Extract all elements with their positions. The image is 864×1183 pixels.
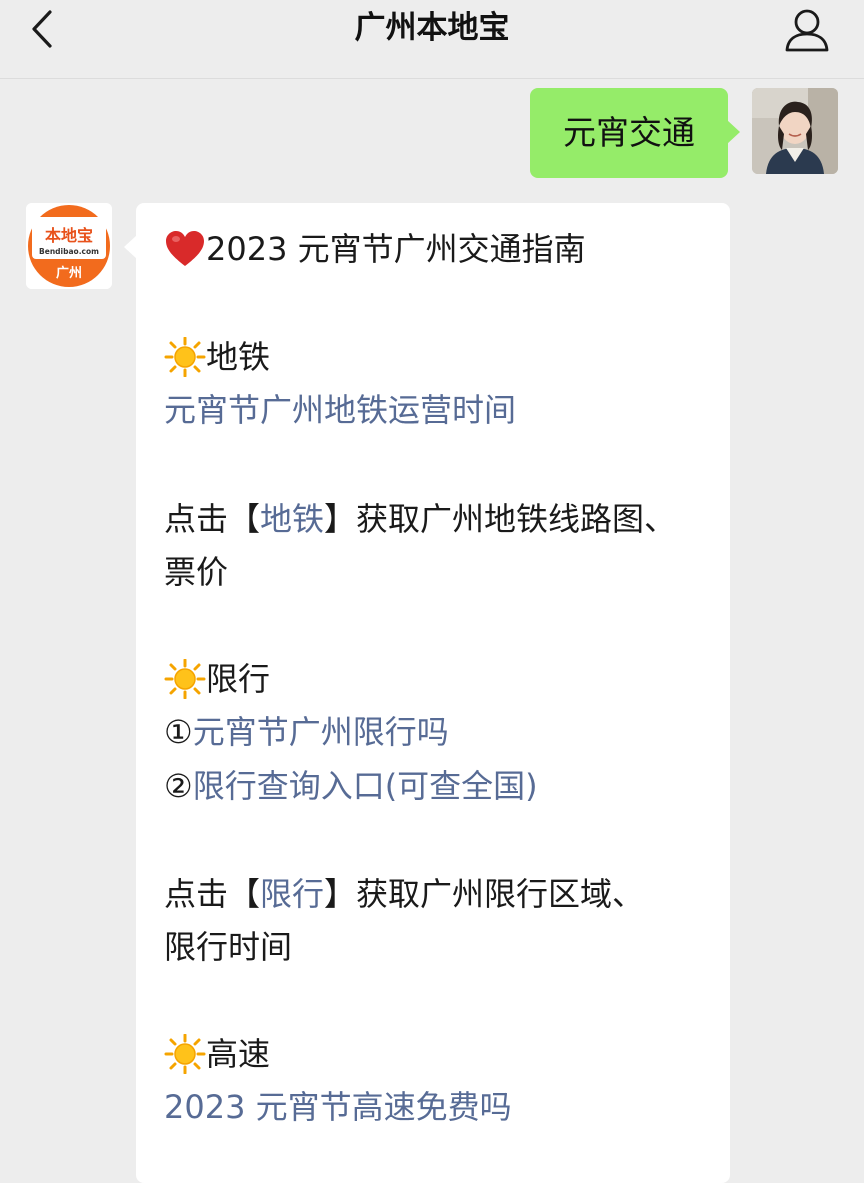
tip-prefix: 点击【 [164,500,261,538]
restriction-query-link[interactable]: 限行查询入口(可查全国) [193,767,538,805]
tip-suffix: 】获取广州限行区域、 [324,875,645,913]
tip-prefix: 点击【 [164,875,261,913]
subway-heading: 地铁 [206,338,271,376]
highway-heading-line: 高速 [164,1034,270,1074]
subway-hours-link[interactable]: 元宵节广州地铁运营时间 [164,390,516,430]
message-title-line: 2023 元宵节广州交通指南 [164,229,586,269]
highway-heading: 高速 [206,1035,271,1073]
restriction-item-1: ①元宵节广州限行吗 [164,712,449,752]
message-title: 2023 元宵节广州交通指南 [206,230,586,268]
restriction-festival-link[interactable]: 元宵节广州限行吗 [193,713,449,751]
red-heart-icon [164,229,206,269]
restriction-heading: 限行 [206,660,271,698]
sun-icon [164,1034,206,1074]
logo-domain: Bendibao.com [39,247,99,256]
page-title: 广州本地宝 [354,10,510,46]
restriction-tip-line: 点击【限行】获取广州限行区域、 [164,874,644,914]
highway-free-link[interactable]: 2023 元宵节高速免费吗 [164,1087,512,1127]
subway-tip-line: 点击【地铁】获取广州地铁线路图、 [164,499,676,539]
logo-brand: 本地宝 [45,226,93,245]
sun-icon [164,337,206,377]
subway-keyword-link[interactable]: 地铁 [260,500,324,538]
restriction-item-2: ②限行查询入口(可查全国) [164,766,538,806]
logo-city: 广州 [56,265,82,281]
item-number-1: ① [164,713,193,751]
subway-tip-line-2: 票价 [164,553,229,591]
user-photo [752,88,838,174]
outgoing-message-row: 元宵交通 [418,88,838,178]
tip-suffix: 】获取广州地铁线路图、 [324,500,677,538]
user-avatar[interactable] [752,88,838,174]
bendibao-logo: 本地宝 Bendibao.com 广州 [26,203,112,289]
bot-avatar[interactable]: 本地宝 Bendibao.com 广州 [26,203,112,289]
person-icon [785,9,829,52]
nav-bar: 广州本地宝 [0,0,864,79]
subway-heading-line: 地铁 [164,337,270,377]
item-number-2: ② [164,767,193,805]
outgoing-message-bubble[interactable]: 元宵交通 [530,88,740,178]
sun-icon [164,659,206,699]
restriction-keyword-link[interactable]: 限行 [260,875,324,913]
restriction-tip-line-2: 限行时间 [164,928,293,966]
profile-button[interactable] [784,8,830,52]
restriction-heading-line: 限行 [164,659,270,699]
